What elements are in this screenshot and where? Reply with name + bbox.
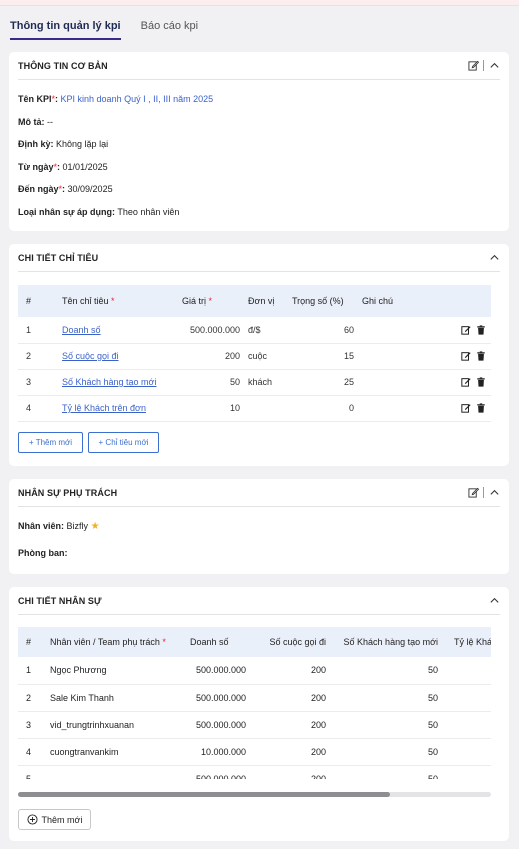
owner-card: NHÂN SỰ PHỤ TRÁCH Nhân viên: Bizfly ★ Ph… [9, 479, 509, 574]
to-date-field: Đến ngày*: 30/09/2025 [18, 184, 113, 194]
trash-icon[interactable] [475, 402, 487, 414]
tab-kpi-info[interactable]: Thông tin quản lý kpi [10, 20, 121, 40]
plus-circle-icon [27, 814, 39, 826]
table-row: 3 vid_trungtrinhxuanan 500.000.000 200 5… [18, 711, 491, 739]
table-header-row: # Nhân viên / Team phụ trách * Doanh số … [18, 627, 491, 657]
divider [483, 60, 484, 71]
basic-info-title: THÔNG TIN CƠ BẢN [18, 60, 108, 71]
add-staff-button[interactable]: Thêm mới [18, 809, 91, 830]
table-row: 5 500.000.000 200 50 [26, 773, 438, 779]
chevron-up-icon[interactable] [488, 60, 500, 72]
owner-header: NHÂN SỰ PHỤ TRÁCH [18, 479, 500, 507]
targets-header: CHI TIẾT CHỈ TIÊU [18, 244, 500, 272]
tab-bar: Thông tin quản lý kpi Báo cáo kpi [10, 20, 218, 40]
edit-icon[interactable] [467, 60, 479, 72]
horizontal-scrollbar[interactable] [18, 792, 491, 797]
edit-icon[interactable] [460, 376, 472, 388]
description-value: -- [47, 117, 54, 127]
description-field: Mô tả: -- [18, 117, 54, 127]
table-row: 4 cuongtranvankim 10.000.000 200 50 [18, 738, 491, 766]
edit-icon[interactable] [460, 350, 472, 362]
kpi-name-field: Tên KPI*: KPI kinh doanh Quý I , II, III… [18, 94, 214, 104]
targets-table: # Tên chỉ tiêu * Giá trị * Đơn vị Trọng … [18, 285, 491, 422]
kpi-name-value: KPI kinh doanh Quý I , II, III năm 2025 [60, 94, 214, 104]
staff-title: CHI TIẾT NHÂN SỰ [18, 595, 102, 606]
period-value: Không lặp lại [56, 139, 109, 149]
staff-header: CHI TIẾT NHÂN SỰ [18, 587, 500, 615]
employee-field: Nhân viên: Bizfly ★ [18, 521, 100, 532]
staff-type-value: Theo nhân viên [117, 207, 180, 217]
table-row: 4 Tỷ lệ Khách trên đơn 10 0 [18, 395, 491, 422]
target-name-link[interactable]: Doanh số [62, 325, 101, 335]
table-row: 1 Doanh số 500.000.000 đ/$ 60 [18, 317, 491, 344]
from-date-value: 01/01/2025 [62, 162, 108, 172]
targets-card: CHI TIẾT CHỈ TIÊU # Tên chỉ tiêu * Giá t… [9, 244, 509, 466]
edit-icon[interactable] [460, 402, 472, 414]
staff-card: CHI TIẾT NHÂN SỰ # Nhân viên / Team phụ … [9, 587, 509, 841]
staff-table-viewport: # Nhân viên / Team phụ trách * Doanh số … [18, 627, 491, 779]
owner-title: NHÂN SỰ PHỤ TRÁCH [18, 487, 118, 498]
add-staff-label: Thêm mới [41, 814, 83, 825]
staff-table: # Nhân viên / Team phụ trách * Doanh số … [18, 627, 491, 779]
table-header-row: # Tên chỉ tiêu * Giá trị * Đơn vị Trọng … [18, 285, 491, 317]
edit-icon[interactable] [467, 487, 479, 499]
basic-info-header: THÔNG TIN CƠ BẢN [18, 52, 500, 80]
add-new-button[interactable]: + Thêm mới [18, 432, 83, 453]
edit-icon[interactable] [460, 324, 472, 336]
table-row: 1 Ngọc Phương 500.000.000 200 50 [18, 657, 491, 685]
period-field: Định kỳ: Không lặp lại [18, 139, 109, 149]
star-icon: ★ [90, 521, 100, 532]
employee-value: Bizfly [66, 521, 89, 531]
from-date-field: Từ ngày*: 01/01/2025 [18, 162, 108, 172]
basic-info-card: THÔNG TIN CƠ BẢN Tên KPI*: KPI kinh doan… [9, 52, 509, 231]
to-date-value: 30/09/2025 [67, 184, 113, 194]
scrollbar-thumb[interactable] [18, 792, 390, 797]
chevron-up-icon[interactable] [488, 252, 500, 264]
trash-icon[interactable] [475, 376, 487, 388]
table-row: 3 Số Khách hàng tạo mới 50 khách 25 [18, 369, 491, 396]
staff-type-field: Loại nhân sự áp dụng: Theo nhân viên [18, 207, 180, 217]
chevron-up-icon[interactable] [488, 595, 500, 607]
top-strip [0, 0, 519, 6]
target-name-link[interactable]: Số Khách hàng tạo mới [62, 377, 156, 387]
tab-kpi-report[interactable]: Báo cáo kpi [141, 20, 198, 40]
target-name-link[interactable]: Số cuộc gọi đi [62, 351, 119, 361]
table-row: 2 Sale Kim Thanh 500.000.000 200 50 [18, 684, 491, 712]
department-field: Phòng ban: [18, 548, 68, 558]
table-row: 2 Số cuộc gọi đi 200 cuộc 15 [18, 343, 491, 370]
chevron-up-icon[interactable] [488, 487, 500, 499]
targets-title: CHI TIẾT CHỈ TIÊU [18, 252, 99, 263]
target-name-link[interactable]: Tỷ lệ Khách trên đơn [62, 403, 146, 413]
add-target-button[interactable]: + Chỉ tiêu mới [88, 432, 159, 453]
trash-icon[interactable] [475, 324, 487, 336]
trash-icon[interactable] [475, 350, 487, 362]
divider [483, 487, 484, 498]
